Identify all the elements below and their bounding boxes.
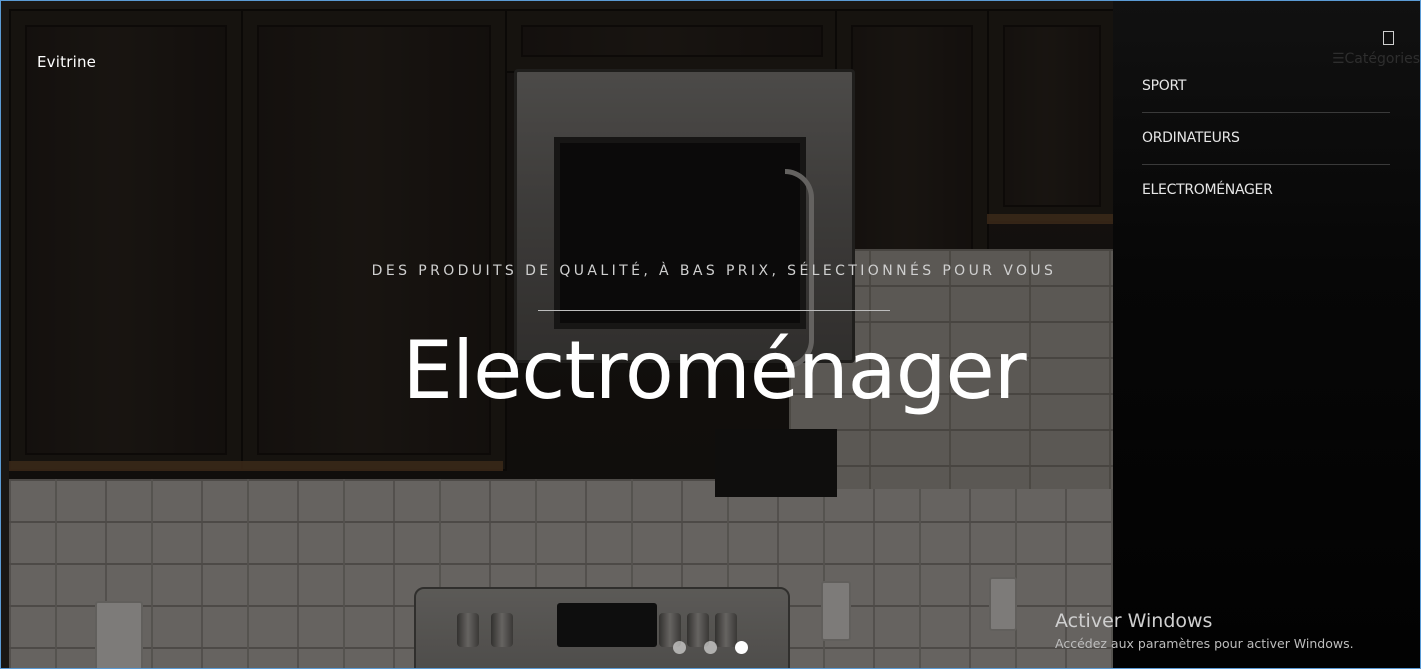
category-menu: SPORT ORDINATEURS ELECTROMÉNAGER bbox=[1142, 61, 1390, 216]
menu-item-sport[interactable]: SPORT bbox=[1142, 61, 1390, 113]
menu-toggle-icon[interactable] bbox=[1383, 31, 1394, 45]
hero-tagline: DES PRODUITS DE QUALITÉ, À BAS PRIX, SÉL… bbox=[371, 263, 1057, 279]
carousel-dot-3[interactable] bbox=[735, 641, 748, 654]
watermark-title: Activer Windows bbox=[1055, 610, 1213, 632]
carousel-dot-1[interactable] bbox=[673, 641, 686, 654]
hero-divider bbox=[538, 310, 890, 311]
windows-activation-watermark: Activer Windows Accédez aux paramètres p… bbox=[1055, 610, 1354, 651]
brand-logo-link[interactable]: Evitrine bbox=[37, 53, 96, 71]
watermark-subtitle: Accédez aux paramètres pour activer Wind… bbox=[1055, 636, 1354, 651]
carousel-indicators bbox=[673, 641, 748, 654]
menu-item-electromenager[interactable]: ELECTROMÉNAGER bbox=[1142, 165, 1390, 216]
hero-title: Electroménager bbox=[402, 324, 1026, 417]
carousel-dot-2[interactable] bbox=[704, 641, 717, 654]
app-window: Evitrine DES PRODUITS DE QUALITÉ, À BAS … bbox=[0, 0, 1421, 669]
menu-item-ordinateurs[interactable]: ORDINATEURS bbox=[1142, 113, 1390, 165]
